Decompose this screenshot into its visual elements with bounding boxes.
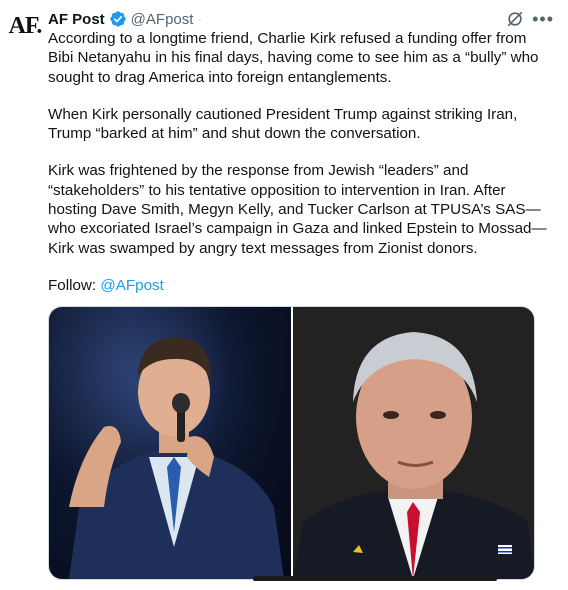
grok-icon[interactable] [506, 10, 524, 28]
media-grid[interactable] [48, 306, 535, 580]
media-photo-right[interactable] [292, 307, 534, 579]
post-body: According to a longtime friend, Charlie … [48, 29, 548, 313]
verified-badge-icon [109, 11, 126, 27]
post-paragraph: Kirk was frightened by the response from… [48, 162, 547, 257]
follow-line: Follow: @AFpost [48, 276, 548, 295]
post-paragraph: According to a longtime friend, Charlie … [48, 30, 543, 86]
avatar-text: AF. [8, 13, 43, 39]
follow-handle-link[interactable]: @AFpost [100, 277, 164, 294]
horizontal-scrollbar[interactable] [253, 576, 497, 581]
more-options-icon[interactable]: ••• [532, 10, 554, 28]
display-name[interactable]: AF Post [48, 11, 105, 28]
media-photo-left[interactable] [49, 307, 291, 579]
user-handle[interactable]: @AFpost [131, 11, 194, 28]
speaker-photo-illustration [49, 307, 291, 579]
follow-label: Follow: [48, 276, 101, 294]
post-header: AF Post @AFpost · ••• [48, 8, 554, 30]
avatar[interactable]: AF. [6, 12, 44, 50]
portrait-photo-illustration [292, 307, 534, 579]
post-paragraph: When Kirk personally cautioned President… [48, 105, 522, 143]
separator-dot: · [197, 10, 203, 28]
